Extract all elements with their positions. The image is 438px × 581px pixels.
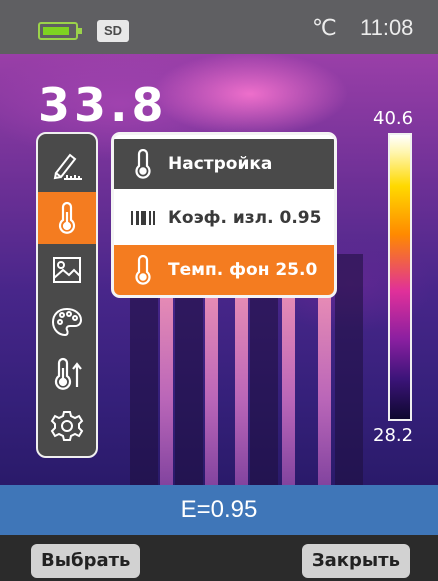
battery-icon — [38, 22, 82, 40]
emissivity-icon — [130, 203, 156, 233]
popup-item-emissivity[interactable]: Коэф. изл. 0.95 — [114, 193, 334, 243]
side-item-thermometer[interactable] — [38, 192, 96, 244]
scale-min-label: 28.2 — [373, 425, 414, 446]
popup-header-label: Настройка — [168, 154, 273, 174]
popup-item-background-temp[interactable]: Темп. фон 25.0 — [114, 245, 334, 295]
image-gallery-icon — [53, 257, 81, 283]
side-item-settings[interactable] — [38, 400, 96, 452]
side-item-palette[interactable] — [38, 296, 96, 348]
side-item-alarm[interactable] — [38, 348, 96, 400]
center-temperature: 33.8 — [38, 78, 168, 132]
side-item-measure[interactable] — [38, 140, 96, 192]
background-temp-label: Темп. фон 25.0 — [168, 260, 318, 280]
thermometer-icon — [130, 149, 156, 179]
close-button[interactable]: Закрыть — [301, 544, 410, 578]
scale-max-label: 40.6 — [373, 108, 414, 129]
sd-card-badge: SD — [97, 20, 129, 42]
color-scale-bar — [388, 133, 412, 421]
softkey-bar: Выбрать Закрыть — [0, 535, 438, 581]
thermometer-icon — [58, 201, 76, 234]
thermometer-icon — [130, 255, 156, 285]
gear-icon — [50, 411, 84, 441]
emissivity-info-bar: E=0.95 — [0, 485, 438, 535]
palette-icon — [51, 307, 83, 337]
temperature-alarm-icon — [54, 357, 82, 390]
clock: 11:08 — [360, 15, 414, 40]
status-bar: SD ℃ 11:08 — [0, 0, 438, 54]
settings-popup: Настройка Коэф. изл. 0.95 Темп. фон 25.0 — [111, 132, 337, 298]
popup-header: Настройка — [114, 139, 334, 189]
side-menu — [36, 132, 98, 458]
emissivity-label: Коэф. изл. 0.95 — [168, 208, 322, 228]
select-button[interactable]: Выбрать — [31, 544, 141, 578]
temperature-unit: ℃ — [312, 16, 337, 41]
measure-tool-icon — [53, 153, 82, 180]
thermal-camera-screen: SD ℃ 11:08 33.8 40.6 28.2 Настройка Коэф… — [0, 0, 438, 581]
side-item-gallery[interactable] — [38, 244, 96, 296]
